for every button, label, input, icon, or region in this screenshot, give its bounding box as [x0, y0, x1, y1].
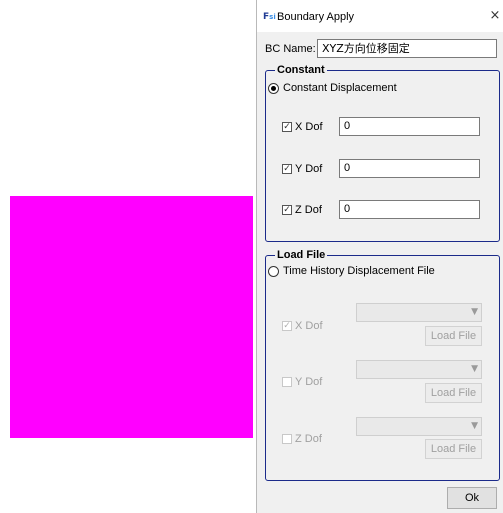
load-y-dof-checkbox[interactable]: Y Dof — [282, 376, 322, 388]
constant-legend: Constant — [275, 63, 327, 77]
constant-x-dof-checkbox[interactable]: ✓ X Dof — [282, 121, 323, 133]
constant-z-dof-label: Z Dof — [295, 204, 322, 216]
constant-group: Constant Constant Displacement ✓ X Dof 0… — [265, 63, 500, 242]
checkbox-unchecked-icon — [282, 434, 292, 444]
radio-unselected-icon — [268, 265, 279, 277]
load-y-file-button[interactable]: Load File — [425, 383, 482, 403]
radio-selected-icon — [268, 82, 279, 94]
load-x-dof-label: X Dof — [295, 320, 323, 332]
constant-displacement-radio[interactable]: Constant Displacement — [268, 82, 397, 94]
load-file-legend: Load File — [275, 248, 328, 262]
load-y-dof-label: Y Dof — [295, 376, 323, 388]
checkbox-checked-icon: ✓ — [282, 122, 292, 132]
title-bar: Fsi Boundary Apply × — [257, 0, 503, 32]
checkbox-checked-icon: ✓ — [282, 164, 292, 174]
close-icon[interactable]: × — [487, 4, 503, 28]
load-x-dof-combo[interactable]: ▼ — [356, 303, 482, 322]
load-y-dof-combo[interactable]: ▼ — [356, 360, 482, 379]
load-z-dof-combo[interactable]: ▼ — [356, 417, 482, 436]
load-z-dof-checkbox[interactable]: Z Dof — [282, 433, 322, 445]
constant-x-dof-input[interactable]: 0 — [339, 117, 480, 136]
magenta-mesh-region — [10, 196, 253, 438]
time-history-label: Time History Displacement File — [283, 265, 435, 277]
dropdown-arrow-icon: ▼ — [471, 364, 478, 374]
constant-y-dof-checkbox[interactable]: ✓ Y Dof — [282, 163, 322, 175]
bc-name-input[interactable]: XYZ方向位移固定 — [317, 39, 497, 58]
load-x-file-button[interactable]: Load File — [425, 326, 482, 346]
window-title: Boundary Apply — [277, 11, 355, 23]
checkbox-checked-disabled-icon: ✓ — [282, 321, 292, 331]
app-icon: Fsi — [263, 12, 276, 22]
constant-x-dof-label: X Dof — [295, 121, 323, 133]
load-z-file-button[interactable]: Load File — [425, 439, 482, 459]
bc-name-label: BC Name: — [265, 43, 316, 55]
boundary-apply-dialog: Fsi Boundary Apply × BC Name: XYZ方向位移固定 … — [256, 0, 503, 513]
load-z-dof-label: Z Dof — [295, 433, 322, 445]
checkbox-unchecked-icon — [282, 377, 292, 387]
ok-button[interactable]: Ok — [447, 487, 497, 509]
checkbox-checked-icon: ✓ — [282, 205, 292, 215]
constant-z-dof-checkbox[interactable]: ✓ Z Dof — [282, 204, 322, 216]
time-history-radio[interactable]: Time History Displacement File — [268, 265, 435, 277]
dropdown-arrow-icon: ▼ — [471, 421, 478, 431]
constant-y-dof-input[interactable]: 0 — [339, 159, 480, 178]
constant-y-dof-label: Y Dof — [295, 163, 323, 175]
constant-z-dof-input[interactable]: 0 — [339, 200, 480, 219]
load-x-dof-checkbox[interactable]: ✓ X Dof — [282, 320, 323, 332]
load-file-group: Load File Time History Displacement File… — [265, 248, 500, 481]
constant-displacement-label: Constant Displacement — [283, 82, 397, 94]
dropdown-arrow-icon: ▼ — [471, 307, 478, 317]
